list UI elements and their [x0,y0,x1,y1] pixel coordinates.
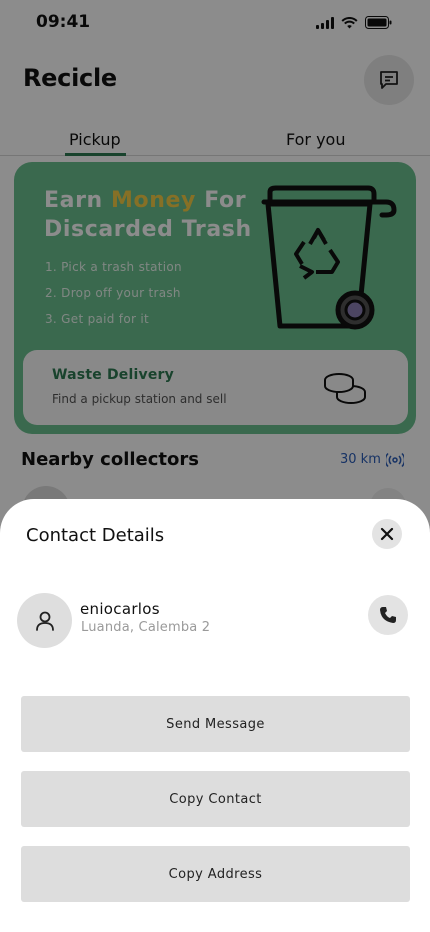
send-message-button[interactable]: Send Message [21,696,410,752]
contact-avatar [17,593,72,648]
copy-address-button[interactable]: Copy Address [21,846,410,902]
close-icon [380,527,394,541]
close-button[interactable] [372,519,402,549]
contact-name: eniocarlos [80,600,160,618]
contact-address: Luanda, Calemba 2 [81,620,211,635]
screen: 09:41 Recicle Pickup For you Earn Money … [0,0,430,932]
contact-details-sheet: Contact Details eniocarlos Luanda, Calem… [0,499,430,932]
user-icon [35,611,54,631]
call-button[interactable] [368,595,408,635]
sheet-title: Contact Details [26,525,165,546]
phone-icon [380,607,396,623]
copy-contact-button[interactable]: Copy Contact [21,771,410,827]
